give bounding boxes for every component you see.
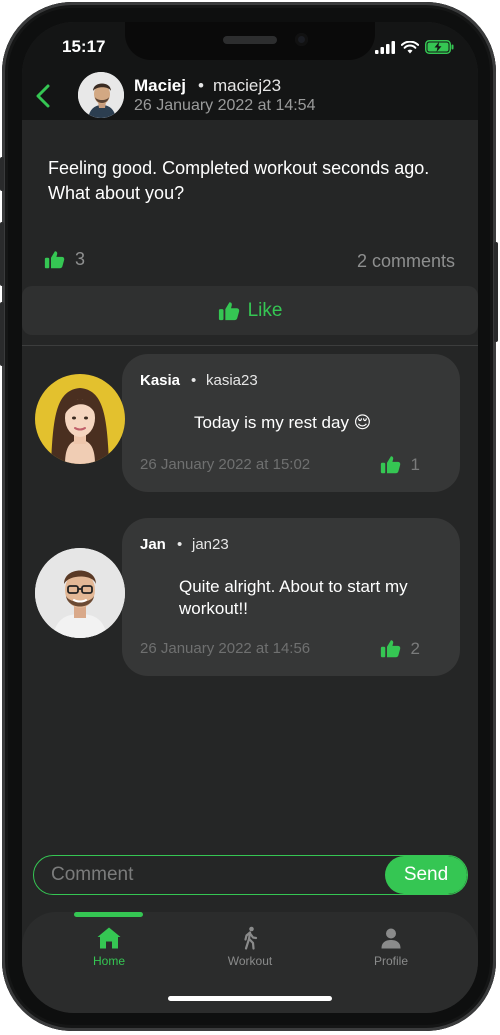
notch: [125, 22, 375, 60]
post-comments-count[interactable]: 2 comments: [357, 251, 455, 272]
tab-profile[interactable]: Profile: [341, 926, 441, 968]
like-button-label: Like: [247, 299, 283, 321]
speaker-grille: [223, 36, 277, 44]
author-name[interactable]: Maciej: [134, 76, 186, 96]
silent-switch: [0, 157, 4, 191]
tab-home-label: Home: [92, 954, 125, 968]
comment-input[interactable]: [34, 856, 385, 894]
comment-avatar[interactable]: [35, 374, 125, 464]
author-avatar-image: [78, 72, 124, 118]
comment-author-name[interactable]: Jan: [140, 536, 166, 553]
post-likes-value: 3: [75, 249, 86, 269]
author-avatar[interactable]: [78, 72, 124, 118]
status-time: 15:17: [62, 37, 106, 56]
comment-input-bar: Send: [33, 855, 468, 895]
author-handle: maciej23: [213, 76, 282, 95]
tab-workout[interactable]: Workout: [200, 926, 300, 968]
comment-author-handle: jan23: [192, 536, 229, 553]
comment-text: Today is my rest day 😌: [194, 413, 372, 432]
screen: 15:17 Maciej • maciej23 26 January 2022 …: [22, 22, 478, 1013]
comment-avatar[interactable]: [35, 548, 125, 638]
comment-separator: •: [191, 372, 197, 389]
comment-bubble: Kasia • kasia23 Today is my rest day 😌 2…: [122, 354, 460, 492]
comment-date: 26 January 2022 at 15:02: [140, 456, 311, 473]
tab-workout-label: Workout: [227, 954, 273, 968]
post-like-count: 3: [44, 249, 85, 270]
comment-author-handle: kasia23: [206, 372, 258, 389]
comment-text: Quite alright. About to start my workout…: [179, 577, 408, 618]
post-text: Feeling good. Completed workout seconds …: [48, 158, 430, 203]
comment-item: Kasia • kasia23 Today is my rest day 😌 2…: [22, 354, 478, 494]
thumbs-up-icon: [380, 456, 400, 474]
active-tab-indicator: [74, 912, 143, 917]
comment-separator: •: [177, 536, 183, 553]
home-icon: [97, 927, 121, 949]
comment-like-button[interactable]: 2: [380, 638, 420, 659]
thumbs-up-icon: [218, 301, 239, 320]
comment-like-count: 2: [410, 638, 420, 658]
volume-down-button: [0, 302, 4, 366]
front-camera: [295, 33, 308, 46]
comment-author-name[interactable]: Kasia: [140, 372, 180, 389]
person-icon: [381, 928, 401, 949]
power-button: [494, 242, 498, 342]
comment-like-button[interactable]: 1: [380, 454, 420, 475]
thumbs-up-icon: [44, 251, 65, 269]
comment-item: Jan • jan23 Quite alright. About to star…: [22, 518, 478, 678]
battery-charging-icon: [425, 40, 454, 54]
send-button[interactable]: Send: [385, 856, 467, 894]
tab-profile-label: Profile: [373, 954, 408, 968]
post-date: 26 January 2022 at 14:54: [134, 97, 316, 114]
comment-date: 26 January 2022 at 14:56: [140, 640, 311, 657]
comment-avatar-image: [35, 548, 125, 638]
header-separator: •: [198, 76, 204, 95]
tab-home[interactable]: Home: [59, 926, 159, 968]
comment-avatar-image: [35, 374, 125, 464]
like-button[interactable]: Like: [22, 286, 478, 335]
signal-icon: [375, 40, 395, 54]
volume-up-button: [0, 222, 4, 286]
walking-figure-icon: [244, 926, 258, 950]
back-chevron-icon[interactable]: [34, 84, 54, 108]
post-header: 15:17 Maciej • maciej23 26 January 2022 …: [22, 22, 478, 120]
thumbs-up-icon: [380, 640, 400, 658]
comment-bubble: Jan • jan23 Quite alright. About to star…: [122, 518, 460, 676]
home-indicator[interactable]: [168, 996, 332, 1001]
divider: [22, 345, 478, 346]
comment-like-count: 1: [410, 454, 420, 474]
wifi-icon: [401, 40, 419, 53]
status-icons: [375, 40, 454, 54]
